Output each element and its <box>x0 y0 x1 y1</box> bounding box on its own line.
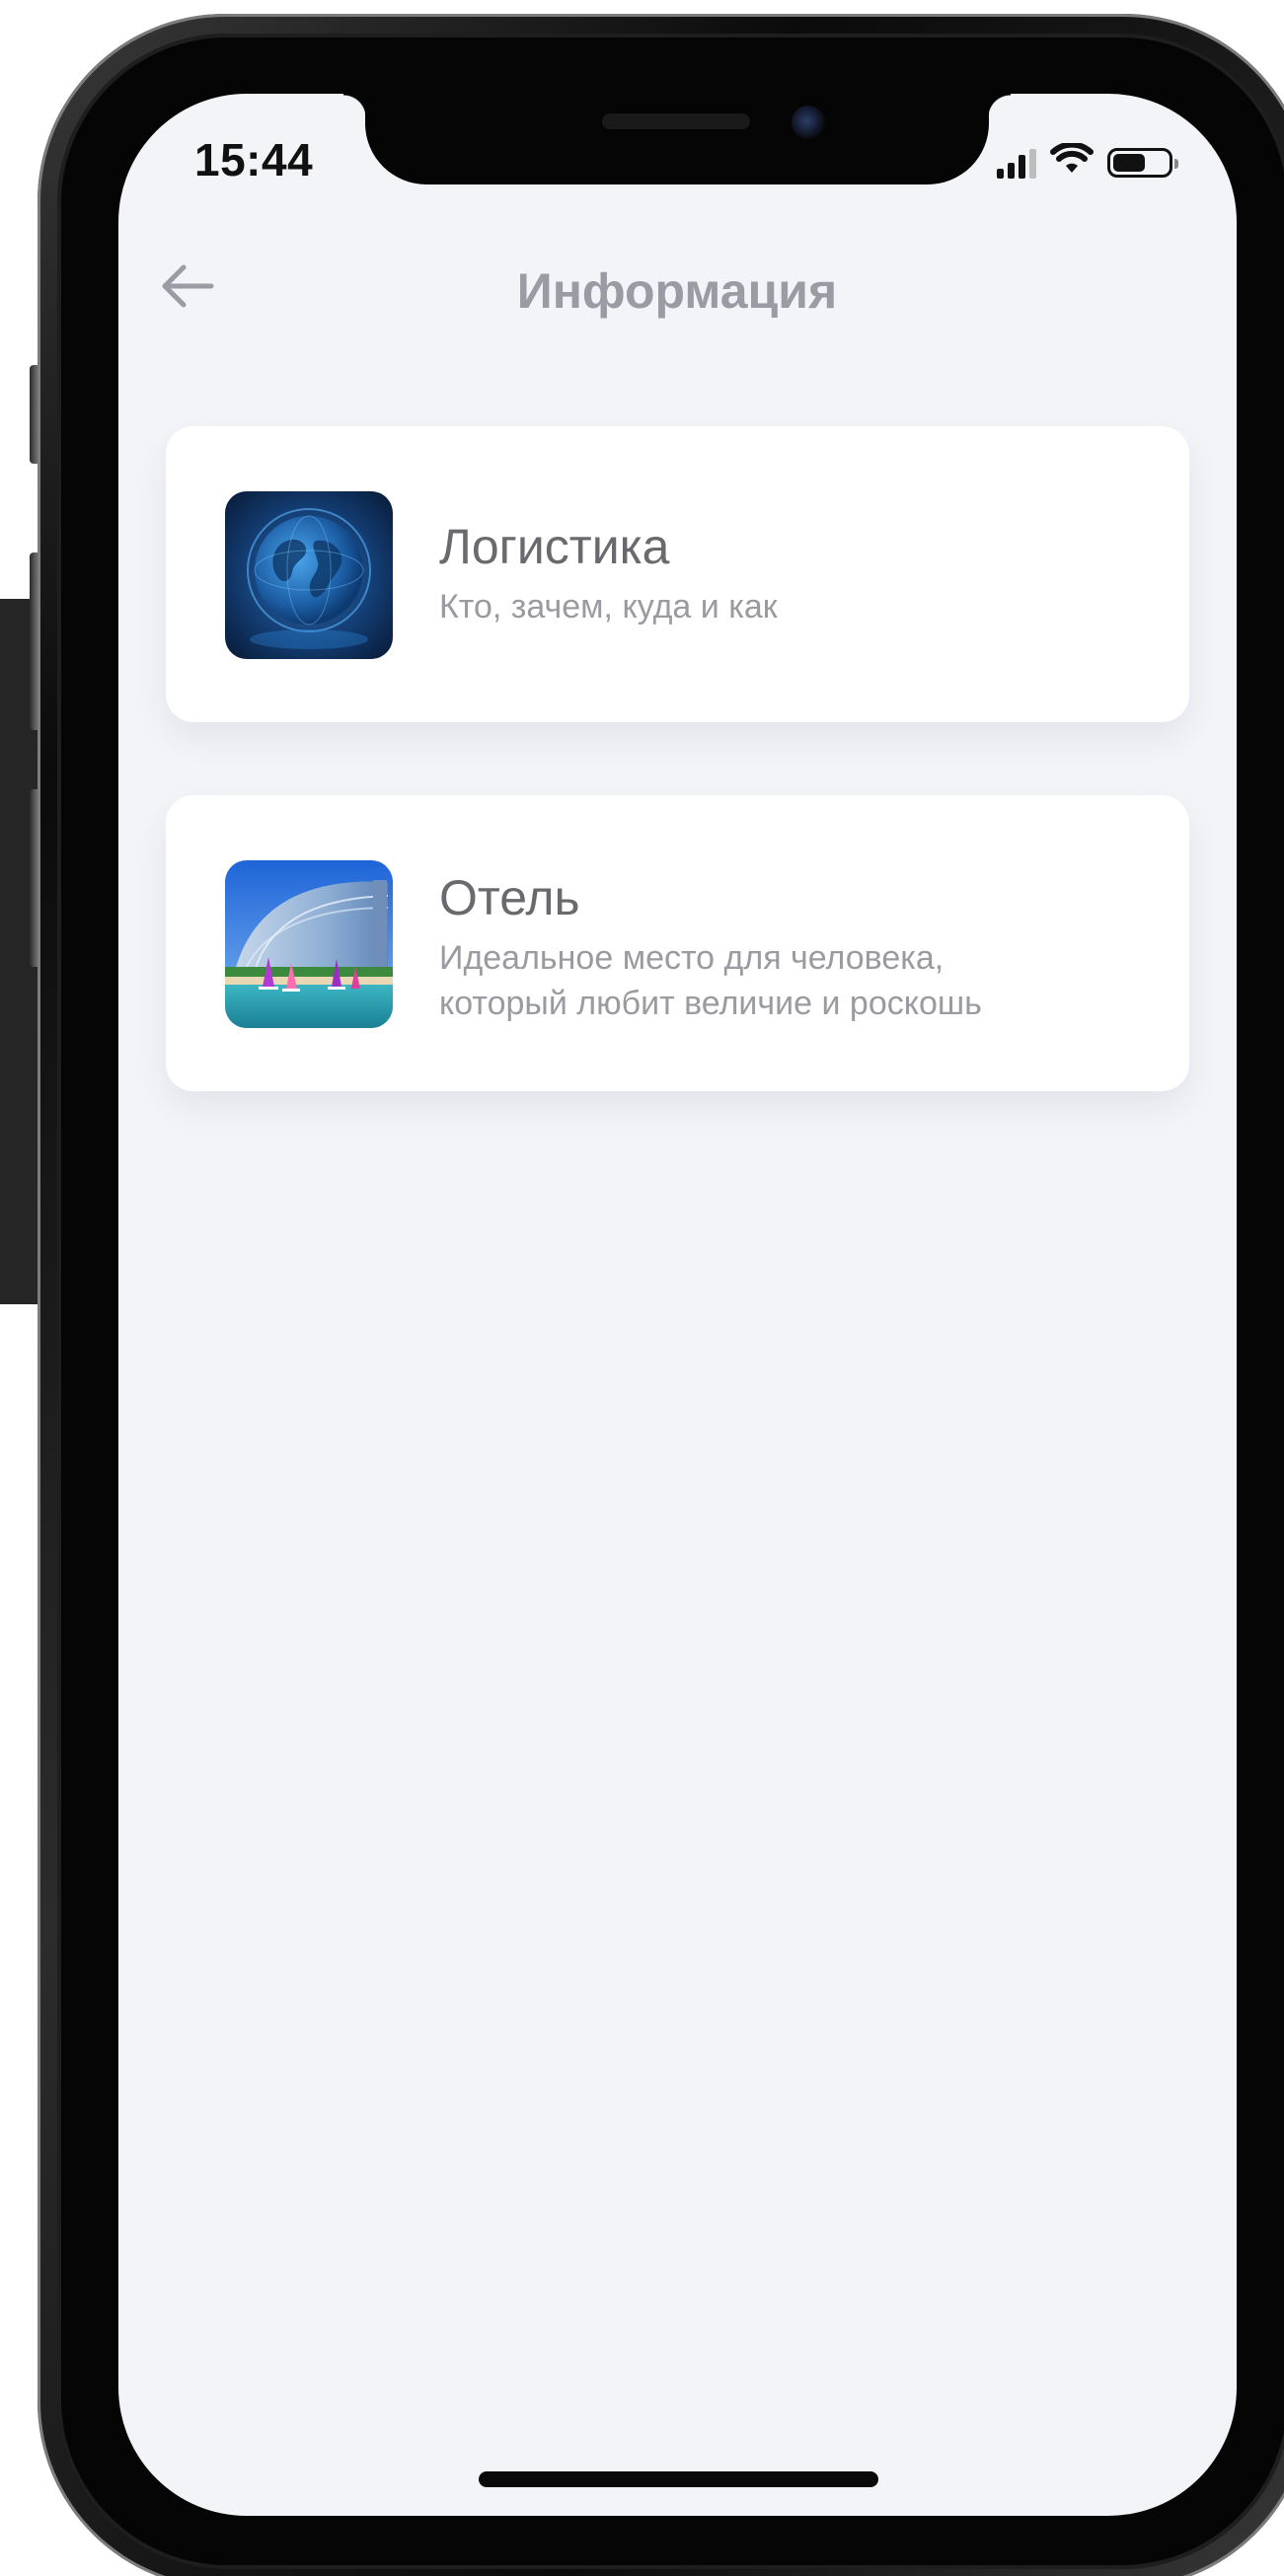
battery-level <box>1113 153 1145 172</box>
earpiece-speaker <box>602 113 750 129</box>
hotel-beach-image <box>225 860 393 1028</box>
card-hotel[interactable]: Отель Идеальное место для человека, кото… <box>166 795 1189 1091</box>
notch <box>343 94 1011 184</box>
back-button[interactable] <box>158 258 217 318</box>
card-title: Отель <box>439 870 580 925</box>
home-indicator[interactable] <box>479 2471 878 2487</box>
globe-image <box>225 491 393 659</box>
cellular-signal-icon <box>997 147 1036 179</box>
card-logistics[interactable]: Логистика Кто, зачем, куда и как <box>166 426 1189 722</box>
front-camera <box>792 106 825 139</box>
arrow-left-icon <box>160 261 215 316</box>
status-time: 15:44 <box>194 134 314 185</box>
card-text: Отель Идеальное место для человека, кото… <box>439 868 1150 1026</box>
status-icons <box>997 141 1178 182</box>
card-subtitle: Кто, зачем, куда и как <box>439 588 778 626</box>
device-mockup: 15:44 Информация Логистика Кто, зачем, к… <box>0 0 1284 2576</box>
card-subtitle-line: Идеальное место для человека, <box>439 939 944 977</box>
battery-icon <box>1107 147 1178 178</box>
card-text: Логистика Кто, зачем, куда и как <box>439 517 1150 629</box>
card-title: Логистика <box>439 519 670 574</box>
wifi-icon <box>1050 141 1094 182</box>
card-subtitle-line: который любит величие и роскошь <box>439 985 982 1022</box>
page-title: Информация <box>516 263 838 319</box>
card-subtitle: Идеальное место для человека, который лю… <box>439 935 1150 1026</box>
